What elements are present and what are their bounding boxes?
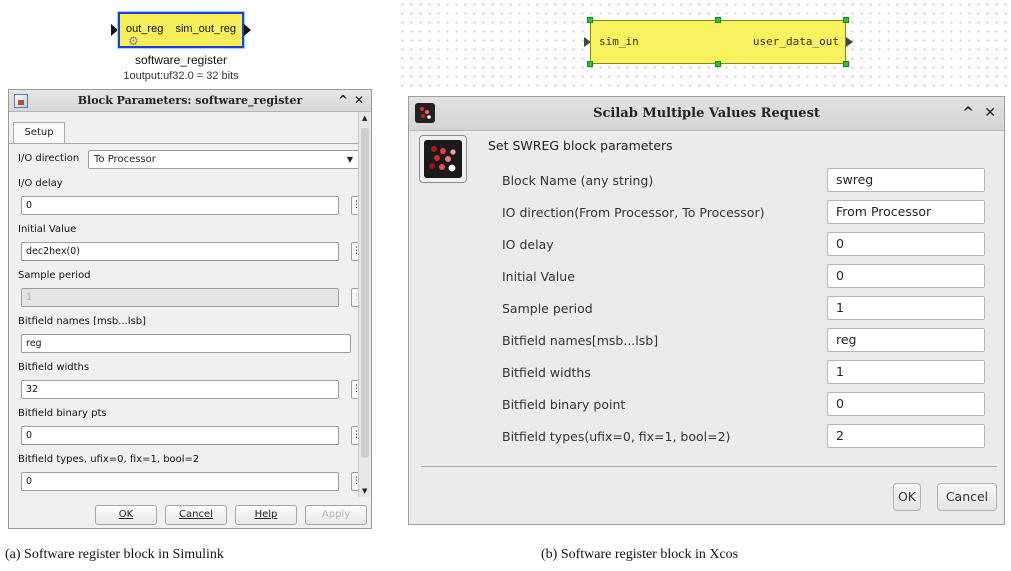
bitfield-binary-point-field[interactable]: 0 (827, 392, 985, 416)
initial-value-label: Initial Value (18, 224, 77, 235)
sample-period-label: Sample period (18, 270, 91, 281)
help-button[interactable]: Help (235, 505, 297, 525)
dialog-footer: OK Cancel Help Apply (9, 501, 373, 529)
io-direction-select[interactable]: To Processor ▼ (88, 150, 360, 169)
chevron-down-icon: ▼ (346, 155, 353, 164)
tab-divider (9, 143, 359, 144)
multiple-values-request-dialog: Scilab Multiple Values Request ^ ✕ Set S… (408, 96, 1005, 525)
software-register-block[interactable]: out_reg sim_out_reg ⚙ (118, 12, 244, 48)
block-name-field[interactable]: swreg (827, 168, 985, 192)
scrollbar-thumb[interactable] (361, 128, 369, 458)
maximize-icon[interactable]: ^ (338, 93, 348, 107)
bitfield-widths-field[interactable]: 1 (827, 360, 985, 384)
resize-handle[interactable] (843, 17, 849, 23)
io-delay-label: IO delay (502, 237, 554, 252)
tab-setup[interactable]: Setup (13, 122, 65, 144)
resize-handle[interactable] (715, 61, 721, 67)
dialog-title: Block Parameters: software_register (77, 94, 303, 107)
block-output-label: sim_out_reg (175, 23, 236, 35)
dialog-title: Scilab Multiple Values Request (593, 106, 820, 121)
swreg-block[interactable]: sim_in user_data_out (590, 20, 846, 64)
scilab-logo-icon (419, 135, 467, 183)
block-parameters-dialog: Block Parameters: software_register ^ ✕ … (8, 89, 372, 529)
bitfield-types-label: Bitfield types, ufix=0, fix=1, bool=2 (18, 454, 200, 465)
bitfield-types-label: Bitfield types(ufix=0, fix=1, bool=2) (502, 429, 731, 444)
initial-value-field[interactable]: dec2hex(0) (21, 242, 339, 261)
block-name[interactable]: software_register (118, 53, 244, 67)
sample-period-field: 1 (21, 288, 339, 307)
dialog-titlebar[interactable]: Scilab Multiple Values Request ^ ✕ (409, 97, 1004, 131)
output-port-icon (846, 37, 853, 47)
io-direction-value: To Processor (94, 154, 156, 165)
caption-simulink: (a) Software register block in Simulink (5, 547, 224, 562)
sample-period-label: Sample period (502, 301, 593, 316)
bitfield-binary-point-label: Bitfield binary point (502, 397, 626, 412)
block-output-label: user_data_out (752, 35, 839, 48)
vertical-scrollbar[interactable]: ▲ ▼ (358, 112, 371, 497)
initial-value-label: Initial Value (502, 269, 575, 284)
initial-value-field[interactable]: 0 (827, 264, 985, 288)
bitfield-types-field[interactable]: 2 (827, 424, 985, 448)
io-direction-label: I/O direction (18, 153, 80, 164)
dialog-body: Setup I/O direction To Processor ▼ I/O d… (9, 112, 361, 497)
bitfield-binary-pts-label: Bitfield binary pts (18, 408, 107, 419)
io-direction-field[interactable]: From Processor (827, 200, 985, 224)
block-input-label: sim_in (599, 35, 639, 48)
io-delay-field[interactable]: 0 (21, 196, 339, 215)
output-port-icon (244, 24, 251, 36)
bitfield-names-label: Bitfield names[msb...lsb] (502, 333, 659, 348)
simulink-canvas: out_reg sim_out_reg ⚙ software_register … (0, 0, 372, 92)
sample-period-field[interactable]: 1 (827, 296, 985, 320)
bitfield-names-field[interactable]: reg (827, 328, 985, 352)
caption-xcos: (b) Software register block in Xcos (541, 547, 739, 562)
ok-button[interactable]: OK (95, 505, 157, 525)
block-type-info: 1output:uf32.0 = 32 bits (123, 70, 239, 82)
bitfield-types-field[interactable]: 0 (21, 472, 339, 491)
close-icon[interactable]: ✕ (984, 105, 996, 121)
dialog-divider (421, 466, 997, 467)
gear-icon: ⚙ (128, 34, 139, 48)
resize-handle[interactable] (587, 17, 593, 23)
bitfield-widths-label: Bitfield widths (18, 362, 90, 373)
bitfield-binary-pts-field[interactable]: 0 (21, 426, 339, 445)
io-delay-field[interactable]: 0 (827, 232, 985, 256)
dialog-heading: Set SWREG block parameters (488, 138, 673, 153)
scroll-down-icon[interactable]: ▼ (362, 487, 367, 495)
io-delay-label: I/O delay (18, 178, 63, 189)
close-icon[interactable]: ✕ (354, 93, 364, 107)
apply-button: Apply (305, 505, 367, 525)
bitfield-widths-field[interactable]: 32 (21, 380, 339, 399)
resize-handle[interactable] (715, 17, 721, 23)
maximize-icon[interactable]: ^ (962, 105, 974, 121)
bitfield-names-label: Bitfield names [msb...lsb] (18, 316, 147, 327)
resize-handle[interactable] (843, 61, 849, 67)
input-port-icon (111, 24, 118, 36)
dialog-titlebar[interactable]: Block Parameters: software_register ^ ✕ (9, 90, 371, 112)
resize-handle[interactable] (587, 61, 593, 67)
bitfield-widths-label: Bitfield widths (502, 365, 591, 380)
io-direction-label: IO direction(From Processor, To Processo… (502, 205, 765, 220)
cancel-button[interactable]: Cancel (165, 505, 227, 525)
cancel-button[interactable]: Cancel (937, 483, 997, 511)
bitfield-names-field[interactable]: reg (21, 334, 351, 353)
ok-button[interactable]: OK (893, 483, 921, 511)
scroll-up-icon[interactable]: ▲ (362, 114, 367, 122)
block-name-label: Block Name (any string) (502, 173, 654, 188)
